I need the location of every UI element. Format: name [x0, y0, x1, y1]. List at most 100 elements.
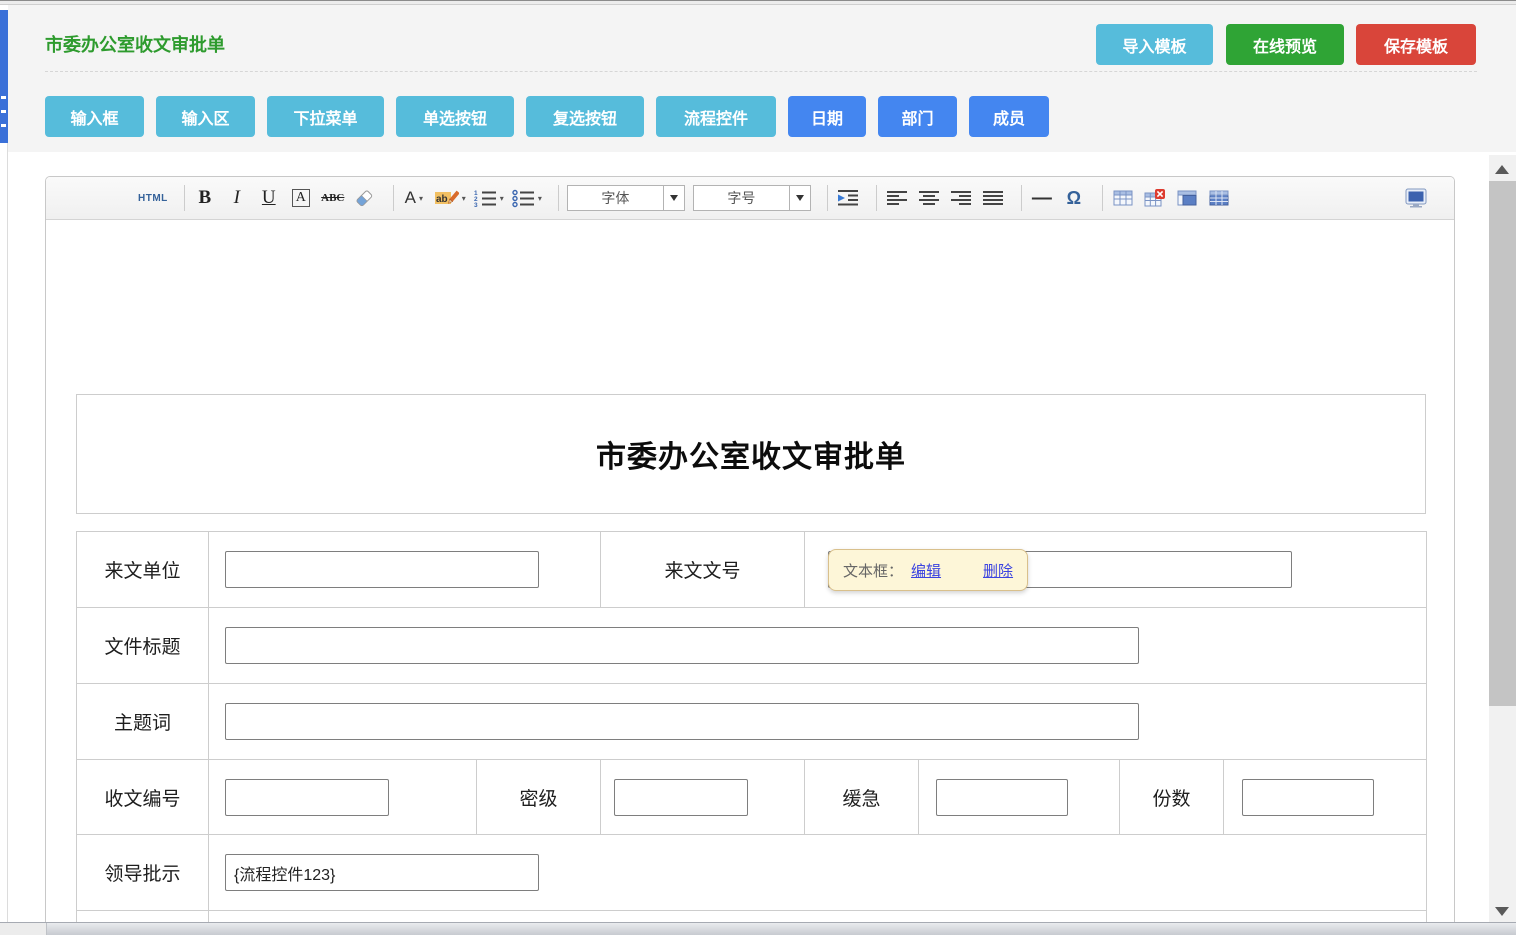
highlight-color-button[interactable]: ab ▾ — [434, 184, 466, 212]
table-row: 来文单位 来文文号 — [77, 532, 1427, 608]
align-left-button[interactable] — [885, 184, 909, 212]
add-flow-control-button[interactable]: 流程控件 — [656, 96, 776, 137]
table-cell-icon — [1177, 189, 1197, 207]
copies-input[interactable] — [1242, 779, 1374, 816]
header-divider — [45, 71, 1477, 72]
add-date-button[interactable]: 日期 — [788, 96, 866, 137]
table-cell-properties-button[interactable] — [1175, 184, 1199, 212]
font-family-select[interactable]: 字体 — [567, 185, 685, 211]
scroll-down-arrow[interactable] — [1495, 907, 1509, 916]
page-left-divider — [7, 143, 8, 923]
leader-instructions-input[interactable] — [225, 854, 539, 891]
rich-text-editor: HTML B I U A ABC A▾ ab ▾ 1 — [45, 176, 1455, 935]
align-left-icon — [886, 190, 908, 206]
chevron-down-icon — [789, 186, 810, 210]
receipt-number-input[interactable] — [225, 779, 389, 816]
font-color-button[interactable]: A▾ — [402, 184, 426, 212]
table-row: 主题词 — [77, 684, 1427, 760]
highlight-icon: ab — [434, 188, 459, 208]
align-center-icon — [918, 190, 940, 206]
svg-text:3: 3 — [474, 202, 478, 208]
strikethrough-button[interactable]: ABC — [321, 184, 345, 212]
char-border-button[interactable]: A — [289, 184, 313, 212]
field-label-source-unit: 来文单位 — [77, 532, 209, 608]
tooltip-label: 文本框： — [843, 560, 903, 581]
unordered-list-icon — [512, 189, 535, 208]
chevron-down-icon: ▾ — [538, 194, 542, 203]
editor-toolbar: HTML B I U A ABC A▾ ab ▾ 1 — [46, 177, 1454, 220]
toolbar-separator — [1021, 185, 1022, 211]
add-textarea-button[interactable]: 输入区 — [156, 96, 255, 137]
delete-table-button[interactable] — [1143, 184, 1167, 212]
header-panel: 市委办公室收文审批单 导入模板 在线预览 保存模板 输入框 输入区 下拉菜单 单… — [8, 5, 1516, 152]
font-size-select[interactable]: 字号 — [693, 185, 811, 211]
special-char-button[interactable]: Ω — [1062, 184, 1086, 212]
control-tooltip: 文本框： 编辑 删除 — [828, 549, 1028, 591]
field-label-doc-number: 来文文号 — [601, 532, 805, 608]
italic-button[interactable]: I — [225, 184, 249, 212]
add-checkbox-button[interactable]: 复选按钮 — [526, 96, 644, 137]
save-template-button[interactable]: 保存模板 — [1356, 24, 1476, 65]
horizontal-rule-button[interactable]: — — [1030, 184, 1054, 212]
chevron-down-icon: ▾ — [462, 194, 466, 203]
toolbar-separator — [1102, 185, 1103, 211]
control-buttons-row: 输入框 输入区 下拉菜单 单选按钮 复选按钮 流程控件 日期 部门 成员 — [45, 96, 1061, 137]
page-title: 市委办公室收文审批单 — [45, 31, 225, 57]
table-grid-button[interactable] — [1207, 184, 1231, 212]
ordered-list-icon: 1 2 3 — [474, 189, 497, 208]
table-row: 收文编号 密级 缓急 份数 — [77, 760, 1427, 835]
add-dropdown-button[interactable]: 下拉菜单 — [267, 96, 384, 137]
edit-control-link[interactable]: 编辑 — [911, 560, 941, 581]
scrollbar-thumb[interactable] — [1489, 181, 1516, 706]
unordered-list-button[interactable]: ▾ — [512, 184, 542, 212]
bold-button[interactable]: B — [193, 184, 217, 212]
toolbar-separator — [393, 185, 394, 211]
window-bottom-bar — [0, 922, 1516, 935]
document-title: 市委办公室收文审批单 — [596, 432, 906, 476]
chevron-down-icon: ▾ — [419, 194, 423, 203]
online-preview-button[interactable]: 在线预览 — [1226, 24, 1344, 65]
add-input-box-button[interactable]: 输入框 — [45, 96, 144, 137]
approval-form-table: 来文单位 来文文号 文件标题 主题词 收文编号 密级 缓急 份数 — [76, 531, 1427, 935]
document-title-box: 市委办公室收文审批单 — [76, 394, 1426, 514]
file-title-input[interactable] — [225, 627, 1139, 664]
urgency-input[interactable] — [936, 779, 1068, 816]
add-member-button[interactable]: 成员 — [969, 96, 1049, 137]
monitor-icon — [1404, 188, 1428, 208]
toolbar-separator — [827, 185, 828, 211]
add-department-button[interactable]: 部门 — [878, 96, 957, 137]
align-center-button[interactable] — [917, 184, 941, 212]
source-unit-input[interactable] — [225, 551, 539, 588]
field-label-file-title: 文件标题 — [77, 608, 209, 684]
add-radio-button[interactable]: 单选按钮 — [396, 96, 514, 137]
chevron-down-icon: ▾ — [500, 194, 504, 203]
background-window-edge — [0, 10, 8, 143]
delete-table-icon — [1144, 189, 1166, 207]
vertical-scrollbar[interactable] — [1489, 155, 1516, 925]
import-template-button[interactable]: 导入模板 — [1096, 24, 1213, 65]
field-label-secrecy: 密级 — [477, 760, 601, 835]
field-label-urgency: 缓急 — [805, 760, 919, 835]
secrecy-input[interactable] — [614, 779, 748, 816]
field-label-leader-instructions: 领导批示 — [77, 835, 209, 911]
indent-button[interactable] — [836, 184, 860, 212]
toolbar-separator — [558, 185, 559, 211]
scroll-up-arrow[interactable] — [1495, 165, 1509, 174]
table-grid-icon — [1209, 189, 1229, 207]
align-right-icon — [950, 190, 972, 206]
field-label-keywords: 主题词 — [77, 684, 209, 760]
editor-content[interactable]: 市委办公室收文审批单 来文单位 来文文号 文件标题 主题词 收文 — [46, 220, 1454, 935]
justify-button[interactable] — [981, 184, 1005, 212]
ordered-list-button[interactable]: 1 2 3 ▾ — [474, 184, 504, 212]
delete-control-link[interactable]: 删除 — [983, 560, 1013, 581]
keywords-input[interactable] — [225, 703, 1139, 740]
table-icon — [1113, 189, 1133, 207]
underline-button[interactable]: U — [257, 184, 281, 212]
insert-table-button[interactable] — [1111, 184, 1135, 212]
align-right-button[interactable] — [949, 184, 973, 212]
remove-format-button[interactable] — [353, 184, 377, 212]
source-code-button[interactable]: HTML — [138, 184, 168, 212]
table-row: 文件标题 — [77, 608, 1427, 684]
fullscreen-button[interactable] — [1404, 184, 1428, 212]
eraser-icon — [353, 187, 376, 210]
